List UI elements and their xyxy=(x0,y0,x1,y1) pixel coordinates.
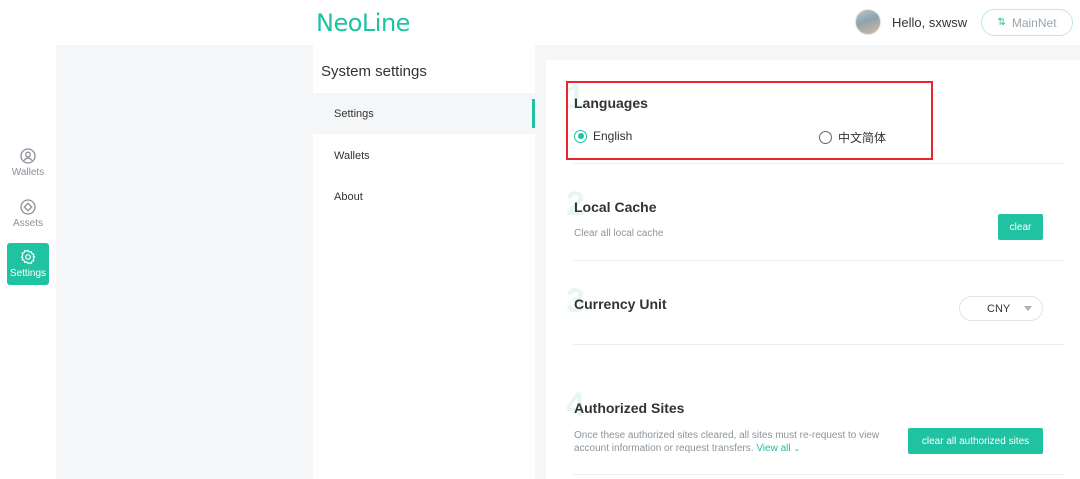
view-all-link[interactable]: View all ⌄ xyxy=(756,443,800,454)
network-switch-button[interactable]: ⇅ MainNet xyxy=(981,9,1073,36)
authorized-desc-line1: Once these authorized sites cleared, all… xyxy=(574,430,880,441)
section-divider xyxy=(573,260,1064,261)
menu-item-label: About xyxy=(334,190,363,203)
menu-item-label: Settings xyxy=(334,107,374,120)
section-divider xyxy=(573,163,1064,164)
highlight-box xyxy=(566,81,933,160)
rail-item-wallets[interactable]: Wallets xyxy=(7,142,49,184)
clear-cache-button[interactable]: clear xyxy=(998,214,1043,240)
wallet-icon xyxy=(20,148,36,164)
chevron-down-icon: ⌄ xyxy=(793,444,801,453)
gear-icon xyxy=(20,249,36,265)
menu-title: System settings xyxy=(321,63,427,80)
menu-item-label: Wallets xyxy=(334,149,370,162)
authorized-title: Authorized Sites xyxy=(574,400,685,416)
user-info[interactable]: Hello, sxwsw xyxy=(855,9,967,35)
authorized-desc: Once these authorized sites cleared, all… xyxy=(574,429,904,455)
top-bar: NeoLine Hello, sxwsw ⇅ MainNet xyxy=(0,0,1080,45)
avatar[interactable] xyxy=(855,9,881,35)
rail-item-label: Wallets xyxy=(11,167,45,178)
view-all-label: View all xyxy=(756,443,791,454)
clear-authorized-sites-button[interactable]: clear all authorized sites xyxy=(908,428,1043,454)
settings-menu-panel: System settings Settings Wallets About xyxy=(313,45,535,479)
local-cache-desc: Clear all local cache xyxy=(574,228,664,239)
section-divider xyxy=(573,344,1064,345)
neoline-logo[interactable]: NeoLine xyxy=(316,9,410,37)
menu-item-about[interactable]: About xyxy=(313,176,535,217)
local-cache-title: Local Cache xyxy=(574,199,657,215)
currency-select[interactable]: CNY xyxy=(959,296,1043,321)
currency-value: CNY xyxy=(987,302,1011,315)
active-menu-indicator xyxy=(532,99,535,128)
authorized-desc-line2: account information or request transfers… xyxy=(574,442,904,455)
currency-title: Currency Unit xyxy=(574,296,667,312)
switch-arrows-icon: ⇅ xyxy=(997,17,1006,28)
greeting-text: Hello, sxwsw xyxy=(892,14,968,30)
menu-item-wallets[interactable]: Wallets xyxy=(313,135,535,176)
chevron-down-icon xyxy=(1024,306,1033,311)
menu-item-settings[interactable]: Settings xyxy=(313,93,535,134)
rail-item-label: Settings xyxy=(9,268,47,279)
assets-icon xyxy=(20,199,36,215)
left-rail-nav: Wallets Assets Settings xyxy=(0,45,56,479)
network-label: MainNet xyxy=(1011,15,1057,30)
authorized-desc-text: account information or request transfers… xyxy=(574,443,754,454)
rail-item-assets[interactable]: Assets xyxy=(7,193,49,235)
section-divider xyxy=(573,474,1064,475)
rail-item-settings[interactable]: Settings xyxy=(7,243,49,285)
rail-item-label: Assets xyxy=(12,218,43,229)
